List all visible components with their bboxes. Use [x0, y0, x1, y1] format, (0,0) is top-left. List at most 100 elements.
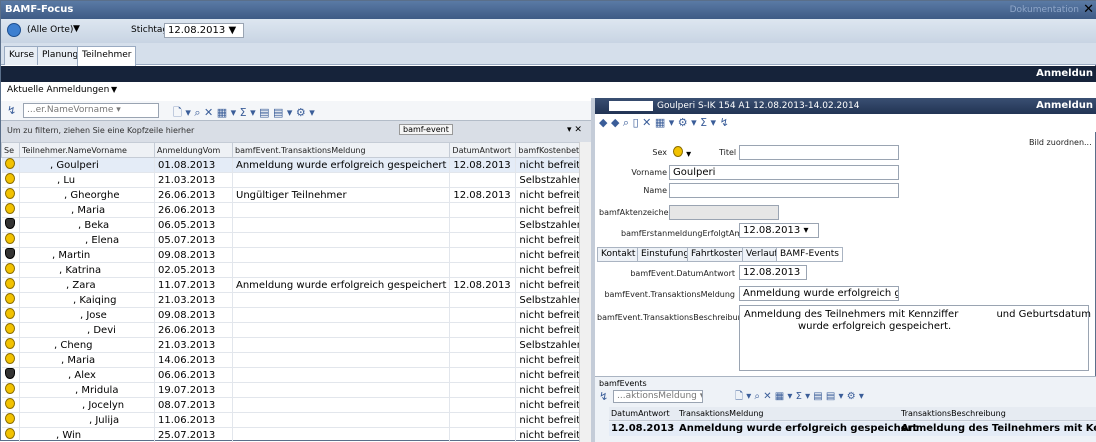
cell-name: , Jose: [20, 308, 155, 323]
events-combo[interactable]: ...aktionsMeldung ▾: [613, 390, 703, 403]
field-combo[interactable]: ...er.NameVorname ▾: [23, 103, 159, 118]
col-header-meldung[interactable]: bamfEvent.TransaktionsMeldung: [233, 143, 450, 158]
cell-vom: 26.06.2013: [155, 323, 233, 338]
tab-kontakt[interactable]: Kontakt: [597, 247, 639, 262]
events-col-datum[interactable]: DatumAntwort: [611, 407, 670, 420]
cell-sex: [2, 173, 20, 188]
view-select[interactable]: Aktuelle Anmeldungen: [7, 85, 109, 95]
events-col-beschreibung[interactable]: TransaktionsBeschreibung: [901, 407, 1006, 420]
cell-datum: [450, 323, 516, 338]
cell-sex: [2, 323, 20, 338]
chevron-down-icon[interactable]: ▼: [73, 24, 80, 34]
table-row[interactable]: , Win25.07.2013nicht befreit: [2, 428, 591, 442]
detail-actions-icon[interactable]: ◆ ◆ ⌕ ▯ ✕ ▦ ▾ ⚙ ▾ Σ ▾ ↯: [599, 116, 729, 130]
tab-bamf-events[interactable]: BAMF-Events: [776, 247, 843, 262]
table-row[interactable]: , Martin09.08.2013nicht befreit: [2, 248, 591, 263]
table-row[interactable]: , Jocelyn08.07.2013nicht befreit: [2, 398, 591, 413]
table-row[interactable]: , Elena05.07.2013nicht befreit: [2, 233, 591, 248]
datum-label: bamfEvent.DatumAntwort: [621, 269, 735, 278]
female-icon: [5, 308, 15, 319]
cell-name: , Win: [20, 428, 155, 442]
col-header-name[interactable]: Teilnehmer.NameVorname: [20, 143, 155, 158]
events-row[interactable]: 12.08.2013 Anmeldung wurde erfolgreich g…: [609, 422, 1096, 436]
table-row[interactable]: , Alex06.06.2013nicht befreit: [2, 368, 591, 383]
cell-meldung: [233, 398, 450, 413]
stichtag-input[interactable]: 12.08.2013 ▼: [164, 23, 244, 38]
collapse-icon[interactable]: ▾ ✕: [567, 125, 582, 135]
location-select[interactable]: (Alle Orte): [27, 25, 73, 35]
sex-select[interactable]: ▾: [673, 146, 691, 160]
cell-datum: [450, 413, 516, 428]
tab-fahrtkosten[interactable]: Fahrtkosten: [687, 247, 748, 262]
aktenzeichen-input[interactable]: [669, 205, 779, 220]
female-icon: [5, 323, 15, 334]
location-icon[interactable]: [7, 23, 21, 37]
filter-icon[interactable]: ↯: [7, 104, 16, 117]
titel-input[interactable]: [739, 145, 899, 160]
tab-kurse[interactable]: Kurse: [4, 46, 39, 65]
grid-scrollbar[interactable]: [579, 142, 591, 442]
cell-datum: [450, 398, 516, 413]
female-icon: [5, 278, 15, 289]
table-row[interactable]: , Gheorghe26.06.2013Ungültiger Teilnehme…: [2, 188, 591, 203]
meldung-input[interactable]: Anmeldung wurde erfolgreich gesp: [739, 286, 899, 301]
view-bar: Aktuelle Anmeldungen ▼: [1, 82, 1096, 98]
cell-vom: 19.07.2013: [155, 383, 233, 398]
table-row[interactable]: , Mridula19.07.2013nicht befreit: [2, 383, 591, 398]
erstanmeldung-input[interactable]: 12.08.2013 ▾: [739, 223, 819, 238]
cell-datum: 12.08.2013: [450, 188, 516, 203]
table-row[interactable]: , Beka06.05.2013Selbstzahler: [2, 218, 591, 233]
cell-meldung: [233, 368, 450, 383]
chevron-down-icon[interactable]: ▼: [111, 85, 117, 94]
tab-einstufung[interactable]: Einstufung: [637, 247, 693, 262]
cell-name: , Elena: [20, 233, 155, 248]
cell-name: , Julija: [20, 413, 155, 428]
table-row[interactable]: , Devi26.06.2013nicht befreit: [2, 323, 591, 338]
cell-sex: [2, 278, 20, 293]
group-hint: Um zu filtern, ziehen Sie eine Kopfzeile…: [7, 126, 194, 135]
col-header-datumantwort[interactable]: DatumAntwort: [450, 143, 516, 158]
cell-vom: 11.07.2013: [155, 278, 233, 293]
cell-meldung: [233, 173, 450, 188]
cell-datum: 12.08.2013: [450, 278, 516, 293]
female-icon: [5, 263, 15, 274]
tab-teilnehmer[interactable]: Teilnehmer: [77, 46, 136, 66]
table-row[interactable]: , Maria14.06.2013nicht befreit: [2, 353, 591, 368]
name-input[interactable]: [669, 183, 899, 198]
left-toolbar: ↯ ...er.NameVorname ▾ 🗋 ▾ ⌕ ✕ ▦ ▾ Σ ▾ ▤ …: [1, 101, 591, 121]
table-row[interactable]: , Cheng21.03.2013Selbstzahler: [2, 338, 591, 353]
cell-vom: 06.06.2013: [155, 368, 233, 383]
filter-toolbar: (Alle Orte) ▼ Stichtag 12.08.2013 ▼: [1, 19, 1096, 43]
table-row[interactable]: , Kaiqing21.03.2013Selbstzahler: [2, 293, 591, 308]
datum-input[interactable]: 12.08.2013: [739, 265, 807, 280]
table-row[interactable]: , Lu21.03.2013Selbstzahler: [2, 173, 591, 188]
table-row[interactable]: , Katrina02.05.2013nicht befreit: [2, 263, 591, 278]
cell-sex: [2, 263, 20, 278]
cell-vom: 09.08.2013: [155, 308, 233, 323]
bild-zuordnen-link[interactable]: Bild zuordnen...: [1029, 138, 1092, 147]
table-row[interactable]: , Jose09.08.2013nicht befreit: [2, 308, 591, 323]
documentation-link[interactable]: Dokumentation: [1010, 1, 1079, 19]
col-header-anmeldungvom[interactable]: AnmeldungVom: [155, 143, 233, 158]
col-header-se[interactable]: Se: [2, 143, 20, 158]
table-row[interactable]: , Maria26.06.2013nicht befreit: [2, 203, 591, 218]
female-icon: [5, 398, 15, 409]
meldung-label: bamfEvent.TransaktionsMeldung: [601, 290, 735, 299]
table-row[interactable]: , Zara11.07.2013Anmeldung wurde erfolgre…: [2, 278, 591, 293]
events-row-meldung: Anmeldung wurde erfolgreich gespeichert: [679, 422, 917, 436]
filter-icon[interactable]: ↯: [599, 390, 608, 403]
table-row[interactable]: , Julija11.06.2013nicht befreit: [2, 413, 591, 428]
cell-datum: [450, 203, 516, 218]
cell-sex: [2, 293, 20, 308]
events-col-meldung[interactable]: TransaktionsMeldung: [679, 407, 764, 420]
vorname-input[interactable]: Goulperi: [669, 165, 899, 180]
cell-meldung: [233, 218, 450, 233]
beschreibung-textarea[interactable]: Anmeldung des Teilnehmers mit Kennziffer…: [739, 305, 1089, 371]
redacted-box: [609, 101, 653, 111]
events-actions-icon[interactable]: 🗋 ▾ ⌕ ✕ ▦ ▾ Σ ▾ ▤ ▤ ▾ ⚙ ▾: [735, 389, 864, 406]
cell-meldung: [233, 293, 450, 308]
sex-label: Sex: [641, 148, 667, 157]
group-chip[interactable]: bamf-event: [399, 124, 453, 135]
table-row[interactable]: , Goulperi01.08.2013Anmeldung wurde erfo…: [2, 158, 591, 173]
close-icon[interactable]: ✕: [1083, 1, 1094, 19]
